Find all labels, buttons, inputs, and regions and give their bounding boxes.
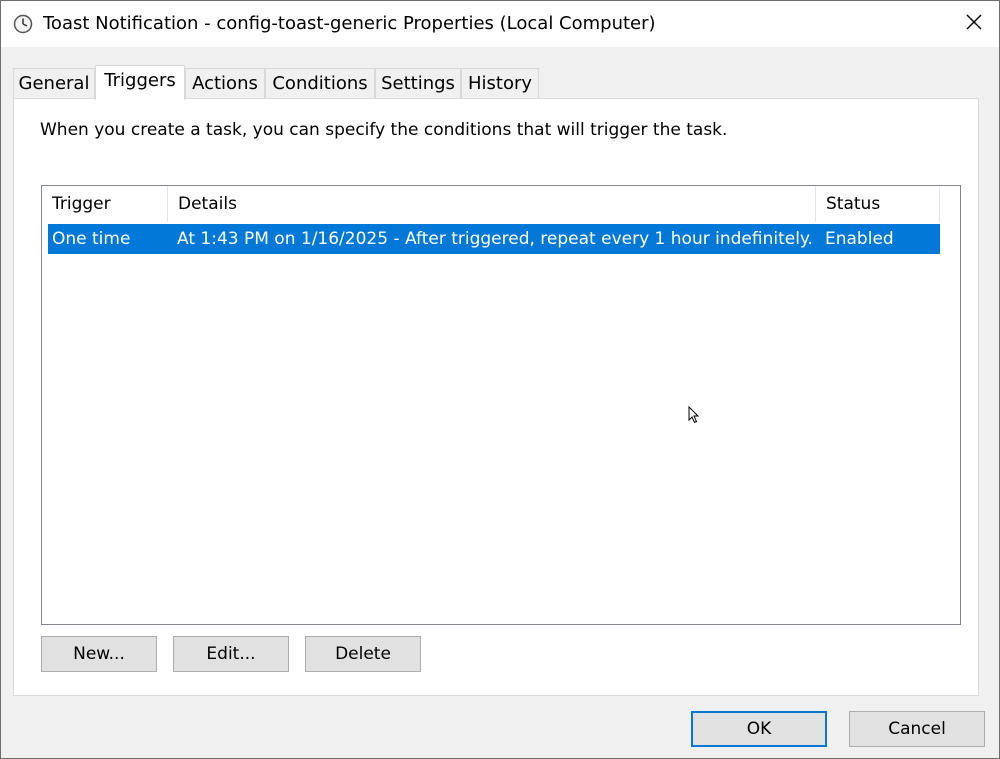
tab-settings[interactable]: Settings (375, 68, 461, 99)
ok-button[interactable]: OK (691, 711, 827, 747)
cancel-button[interactable]: Cancel (849, 711, 985, 747)
column-header-details[interactable]: Details (168, 186, 816, 222)
tab-actions[interactable]: Actions (185, 68, 265, 99)
tab-conditions[interactable]: Conditions (265, 68, 375, 99)
triggers-list[interactable]: Trigger Details Status One time At 1:43 … (41, 185, 961, 625)
details-cell: At 1:43 PM on 1/16/2025 - After triggere… (177, 229, 813, 249)
table-row[interactable]: One time At 1:43 PM on 1/16/2025 - After… (48, 224, 940, 254)
close-button[interactable] (949, 1, 999, 47)
clock-icon (13, 14, 33, 34)
column-header-status[interactable]: Status (816, 186, 940, 222)
delete-trigger-button[interactable]: Delete (305, 636, 421, 672)
column-header-trigger[interactable]: Trigger (42, 186, 168, 222)
edit-trigger-button[interactable]: Edit... (173, 636, 289, 672)
tab-triggers[interactable]: Triggers (95, 65, 185, 100)
tab-general[interactable]: General (13, 68, 95, 99)
trigger-cell: One time (52, 229, 131, 249)
triggers-description: When you create a task, you can specify … (40, 120, 728, 140)
status-cell: Enabled (825, 229, 894, 249)
title-bar[interactable]: Toast Notification - config-toast-generi… (1, 1, 999, 47)
tab-history[interactable]: History (461, 68, 539, 99)
properties-dialog: Toast Notification - config-toast-generi… (0, 0, 1000, 759)
new-trigger-button[interactable]: New... (41, 636, 157, 672)
close-icon (965, 13, 983, 35)
list-header: Trigger Details Status (42, 186, 960, 222)
window-title: Toast Notification - config-toast-generi… (43, 13, 656, 34)
triggers-tab-panel: When you create a task, you can specify … (13, 98, 979, 696)
mouse-pointer-icon (688, 405, 700, 424)
